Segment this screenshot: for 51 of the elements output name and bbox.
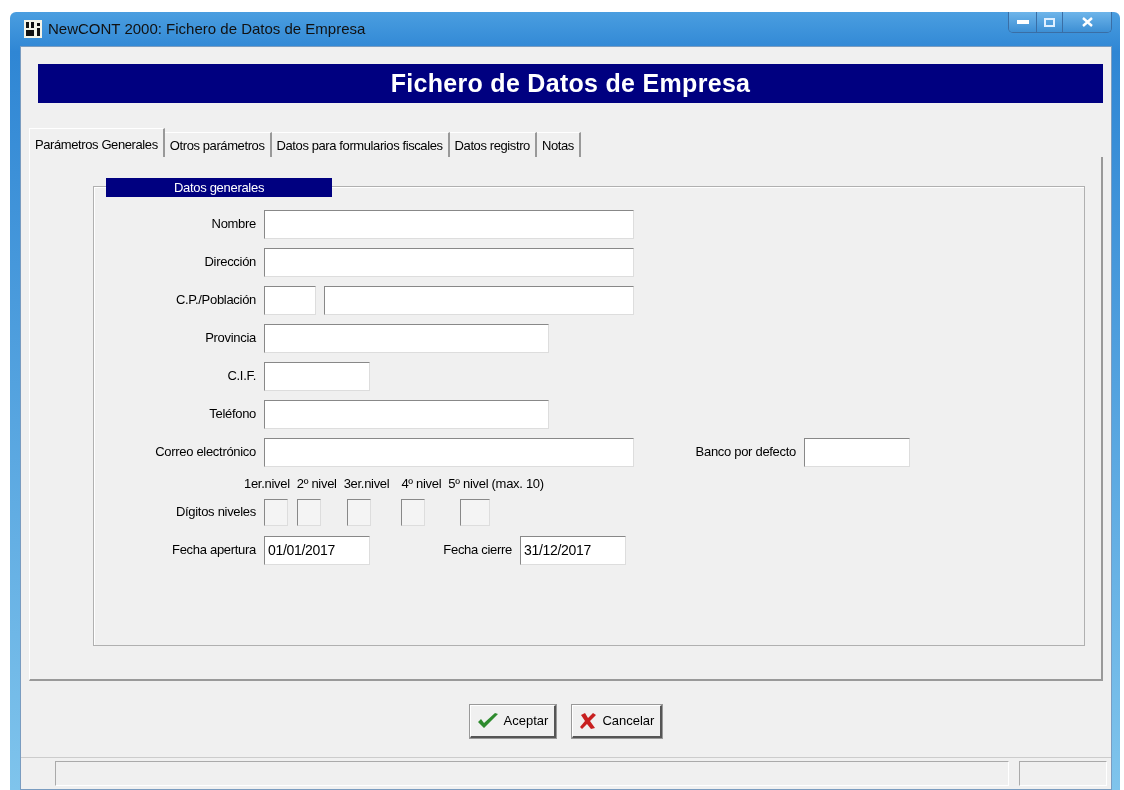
group-legend: Datos generales — [106, 178, 332, 197]
form-banner: Fichero de Datos de Empresa — [38, 64, 1103, 103]
tab[interactable]: Datos registro — [449, 132, 537, 157]
input-field[interactable] — [264, 323, 549, 353]
minimize-button[interactable] — [1009, 12, 1037, 32]
input-field[interactable] — [264, 399, 549, 429]
field-label: Dígitos niveles — [174, 503, 257, 522]
input-field[interactable] — [264, 361, 370, 391]
input-field[interactable] — [324, 285, 634, 315]
input-field[interactable]: 31/12/2017 — [520, 535, 626, 565]
level-heading: 4º nivel — [401, 474, 442, 493]
digit-field[interactable] — [264, 498, 288, 526]
maximize-icon — [1044, 17, 1055, 27]
field-label: Banco por defecto — [694, 443, 797, 462]
digit-field[interactable] — [401, 498, 426, 526]
minimize-icon — [1016, 20, 1029, 24]
input-field[interactable] — [804, 437, 910, 467]
level-heading: 5º nivel (max. 10) — [448, 474, 544, 493]
app-icon — [24, 20, 42, 38]
tab[interactable]: Notas — [536, 132, 581, 157]
digit-field[interactable] — [296, 498, 321, 526]
digit-field[interactable] — [346, 498, 371, 526]
input-field[interactable] — [264, 247, 634, 277]
close-button[interactable] — [1063, 12, 1111, 32]
dialog-button[interactable]: Aceptar — [469, 705, 557, 738]
field-label: Correo electrónico — [154, 443, 257, 462]
field-label: Fecha apertura — [171, 541, 257, 560]
level-heading: 2º nivel — [296, 474, 337, 493]
maximize-button[interactable] — [1037, 12, 1063, 32]
level-heading: 3er.nivel — [343, 474, 390, 493]
tab[interactable]: Parámetros Generales — [29, 128, 165, 157]
field-label: Provincia — [204, 329, 257, 348]
tab[interactable]: Otros parámetros — [164, 132, 272, 157]
field-label: Fecha cierre — [442, 541, 513, 560]
field-label: Teléfono — [208, 405, 257, 424]
input-field[interactable] — [264, 209, 634, 239]
digit-field[interactable] — [460, 498, 491, 526]
input-field[interactable] — [264, 285, 316, 315]
close-icon — [1081, 17, 1093, 27]
window-title: NewCONT 2000: Fichero de Datos de Empresa — [48, 18, 366, 39]
input-field[interactable] — [264, 437, 634, 467]
field-label: C.I.F. — [226, 367, 257, 386]
input-field[interactable]: 01/01/2017 — [264, 535, 370, 565]
dialog-button[interactable]: Cancelar — [572, 705, 663, 738]
check-icon — [476, 712, 499, 730]
level-heading: 1er.nivel — [244, 474, 290, 493]
cross-icon — [579, 712, 598, 730]
field-label: Dirección — [203, 253, 257, 272]
field-label: Nombre — [210, 215, 257, 234]
tab[interactable]: Datos para formularios fiscales — [271, 132, 450, 157]
field-label: C.P./Población — [174, 291, 257, 310]
